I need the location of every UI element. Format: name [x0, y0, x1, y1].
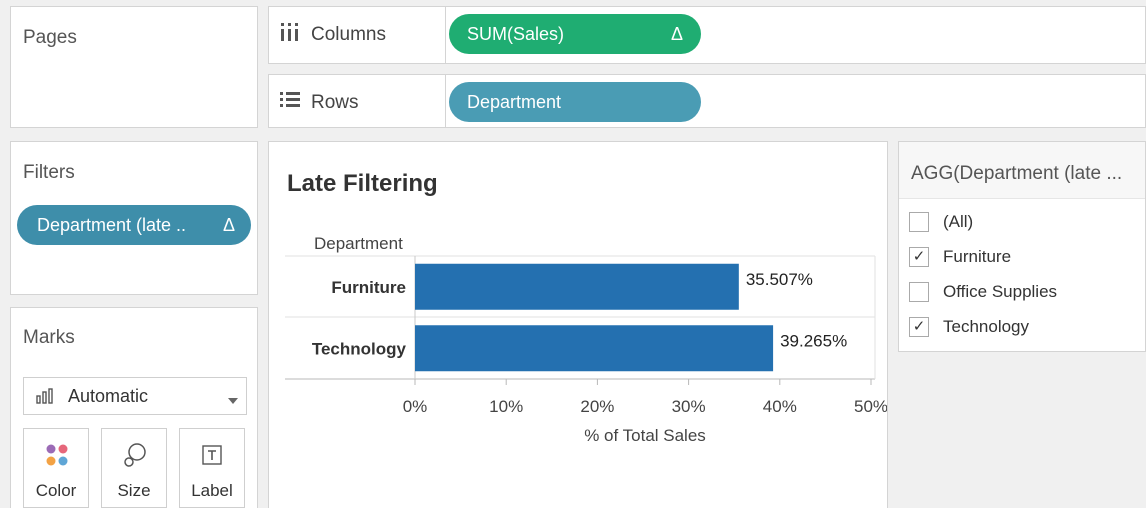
bar-chart: Late Filtering Department Furniture 35.50…: [285, 170, 887, 445]
marks-title: Marks: [23, 327, 75, 348]
x-tick-label: 0%: [403, 397, 428, 416]
delta-icon: Δ: [222, 215, 235, 235]
label-card-label: Label: [191, 481, 233, 500]
chevron-down-icon: [228, 392, 238, 410]
category-label: Technology: [312, 339, 407, 358]
label-icon: [202, 445, 222, 470]
row-header: Department: [314, 234, 403, 253]
x-axis-ticks: 0% 10% 20% 30% 40% 50%: [403, 379, 887, 416]
filter-option-label: Furniture: [943, 247, 1012, 266]
columns-divider: [445, 7, 446, 63]
filter-option-label: Office Supplies: [943, 282, 1058, 301]
department-pill[interactable]: Department: [449, 82, 701, 122]
x-tick-label: 20%: [580, 397, 614, 416]
columns-icon: [279, 21, 299, 49]
rows-label: Rows: [311, 92, 359, 113]
chart-view: Late Filtering Department Furniture 35.50…: [268, 141, 888, 508]
x-tick-label: 50%: [854, 397, 887, 416]
columns-shelf[interactable]: Columns SUM(Sales) Δ: [268, 6, 1146, 64]
category-label: Furniture: [331, 278, 406, 297]
filters-title: Filters: [23, 162, 75, 183]
rows-icon: [279, 89, 301, 115]
color-card-label: Color: [35, 481, 77, 500]
x-tick-label: 30%: [672, 397, 706, 416]
sum-sales-pill[interactable]: SUM(Sales) Δ: [449, 14, 701, 54]
checkbox[interactable]: [909, 212, 929, 232]
bar-value-label: 35.507%: [746, 270, 813, 289]
bar-technology[interactable]: [415, 325, 774, 372]
color-icon: [45, 443, 69, 472]
label-card[interactable]: Label: [179, 428, 245, 508]
mark-type-dropdown[interactable]: Automatic: [23, 377, 247, 415]
size-card[interactable]: Size: [101, 428, 167, 508]
x-axis-title: % of Total Sales: [584, 426, 706, 445]
department-filter-pill-label: Department (late ..: [37, 215, 187, 235]
filter-option-label: (All): [943, 212, 974, 231]
filter-card-title: AGG(Department (late ...: [911, 163, 1123, 184]
filters-shelf[interactable]: Filters Department (late .. Δ: [10, 141, 258, 295]
sum-sales-pill-label: SUM(Sales): [467, 24, 565, 44]
checkbox[interactable]: ✓: [909, 317, 929, 337]
tableau-workspace: { "pages": {"title": "Pages"}, "columns"…: [0, 0, 1146, 508]
filter-option-label: Technology: [943, 317, 1030, 336]
pages-shelf[interactable]: Pages: [10, 6, 258, 128]
department-pill-label: Department: [467, 92, 562, 112]
bar-value-label: 39.265%: [780, 331, 847, 350]
x-tick-label: 10%: [489, 397, 523, 416]
rows-shelf[interactable]: Rows Department: [268, 74, 1146, 128]
columns-label: Columns: [311, 24, 386, 45]
rows-divider: [445, 75, 446, 127]
checkbox[interactable]: [909, 282, 929, 302]
chart-title: Late Filtering: [287, 170, 438, 197]
delta-icon: Δ: [670, 24, 683, 44]
size-card-label: Size: [117, 481, 151, 500]
mark-type-label: Automatic: [68, 386, 149, 406]
pages-title: Pages: [23, 27, 77, 48]
x-tick-label: 40%: [763, 397, 797, 416]
size-icon: [123, 442, 147, 473]
checkbox[interactable]: ✓: [909, 247, 929, 267]
department-filter-card: AGG(Department (late ... (All) ✓ Furniture…: [898, 141, 1146, 352]
bar-chart-icon: [36, 388, 58, 409]
bar-furniture[interactable]: [415, 263, 739, 310]
marks-card: Marks Automatic Color Size Label: [10, 307, 258, 508]
department-filter-pill[interactable]: Department (late .. Δ: [17, 205, 251, 245]
color-card[interactable]: Color: [23, 428, 89, 508]
